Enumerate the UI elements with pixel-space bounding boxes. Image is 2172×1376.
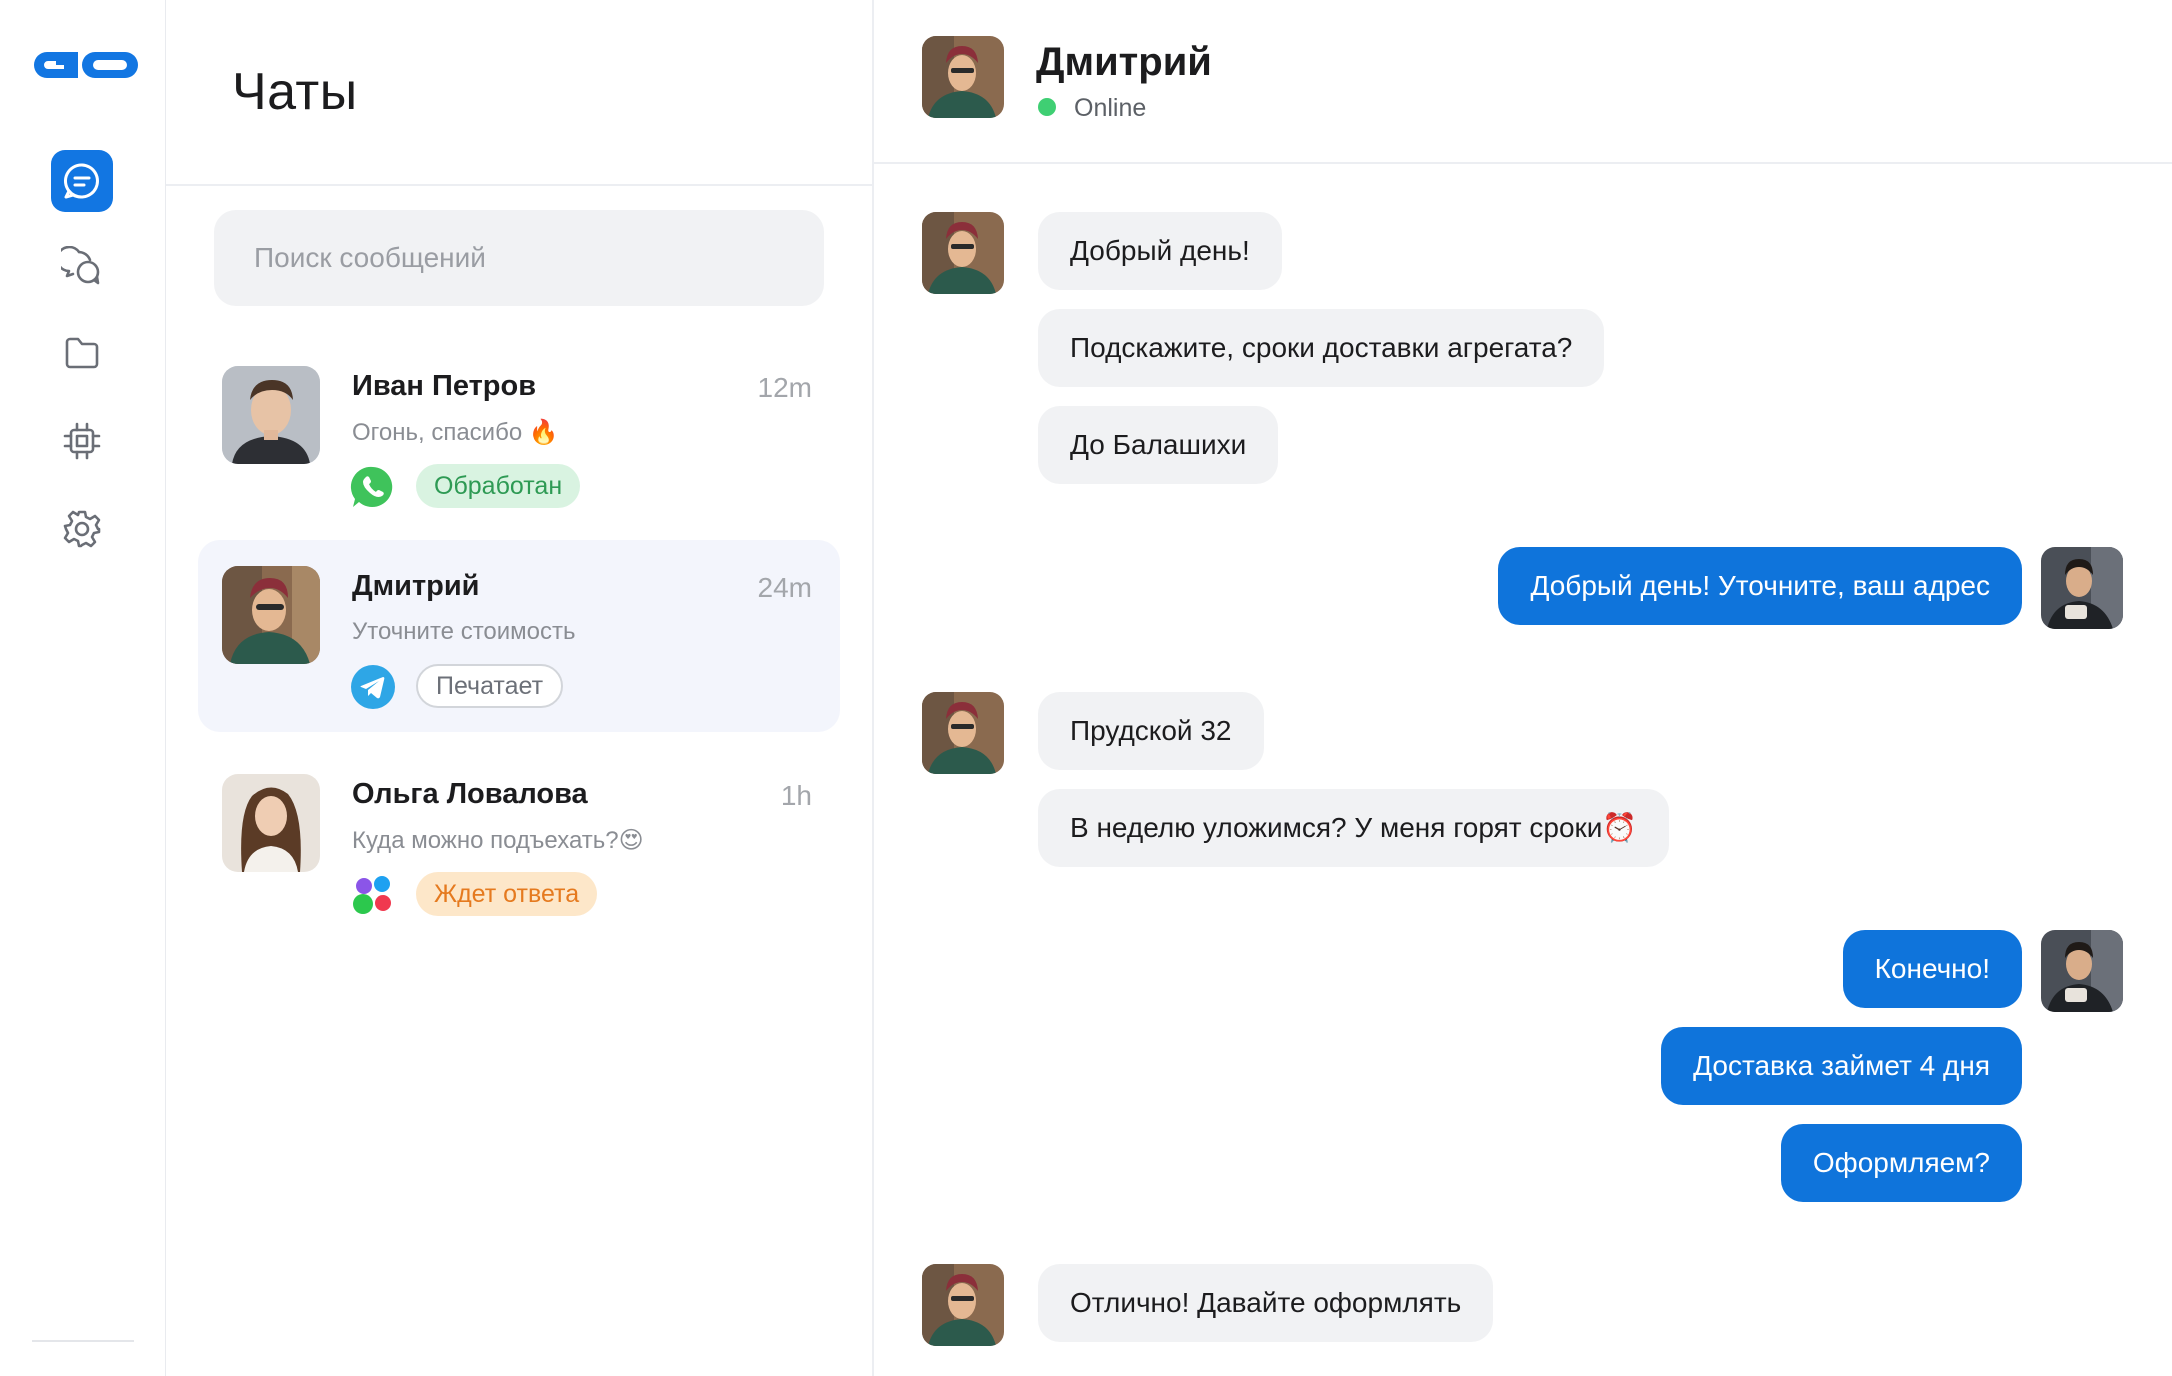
contact-status: Online (1074, 94, 1147, 122)
telegram-icon (351, 665, 395, 709)
chat-preview: Уточните стоимость (352, 618, 576, 645)
contact-message-avatar (922, 692, 1004, 774)
chat-time: 12m (757, 372, 812, 403)
contact-message-avatar (922, 1264, 1004, 1346)
operator-message-avatar (2041, 547, 2123, 629)
rail-chats-button[interactable] (51, 150, 113, 212)
status-badge: Обработан (416, 464, 581, 508)
chat-bubble-icon (64, 163, 99, 199)
incoming-message: Прудской 32 (1038, 692, 1264, 770)
contact-avatar[interactable] (922, 36, 1004, 118)
contact-message-avatar (922, 212, 1004, 294)
rail-settings-button[interactable] (51, 498, 113, 560)
incoming-message: Отлично! Давайте оформлять (1038, 1264, 1494, 1342)
rail-integrations-button[interactable] (51, 410, 113, 472)
chats-title: Чаты (232, 63, 358, 121)
conversation-panel: Дмитрий Online Добрый день! Подскажите, … (874, 0, 2172, 1376)
chat-item-dmitry[interactable]: Дмитрий 24m Уточните стоимость Печатает (198, 540, 840, 732)
app-logo-icon[interactable] (30, 48, 140, 82)
icon-rail (0, 0, 166, 1376)
conversations-icon (61, 246, 100, 285)
whatsapp-icon (350, 466, 393, 507)
outgoing-message: Добрый день! Уточните, ваш адрес (1498, 547, 2022, 625)
outgoing-message: Доставка займет 4 дня (1661, 1027, 2022, 1105)
operator-message-avatar (2041, 930, 2123, 1012)
chat-time: 24m (757, 572, 812, 603)
conversation-header-divider (874, 162, 2172, 164)
gear-icon (63, 510, 101, 548)
chat-name: Ольга Ловалова (352, 778, 588, 810)
status-badge: Печатает (416, 664, 564, 708)
avatar (222, 366, 320, 464)
chip-icon (63, 422, 101, 460)
incoming-message: Добрый день! (1038, 212, 1282, 290)
list-header-divider (166, 184, 874, 186)
incoming-message: В неделю уложимся? У меня горят сроки⏰ (1038, 789, 1670, 867)
chat-preview: Огонь, спасибо 🔥 (352, 419, 559, 446)
rail-files-button[interactable] (51, 322, 113, 384)
incoming-message: Подскажите, сроки доставки агрегата? (1038, 309, 1605, 387)
rail-conversations-button[interactable] (51, 236, 113, 298)
status-badge: Ждет ответа (416, 872, 598, 916)
chat-time: 1h (780, 780, 812, 811)
outgoing-message: Оформляем? (1780, 1124, 2022, 1202)
chat-item-ivan[interactable]: Иван Петров 12m Огонь, спасибо 🔥 Обработ… (198, 340, 840, 532)
chat-preview: Куда можно подъехать?😍 (352, 827, 644, 854)
chat-name: Иван Петров (352, 370, 537, 402)
avatar (222, 566, 320, 664)
chats-list-panel: Чаты Иван Петров 12m Огонь, спасибо 🔥 Об… (166, 0, 874, 1376)
chat-name: Дмитрий (352, 570, 480, 602)
chat-item-olga[interactable]: Ольга Ловалова 1h Куда можно подъехать?😍… (198, 748, 840, 940)
search-input[interactable] (214, 210, 824, 306)
multichannel-icon (353, 876, 391, 914)
folder-icon (65, 337, 99, 369)
avatar (222, 774, 320, 872)
rail-divider (32, 1340, 134, 1342)
incoming-message: До Балашихи (1038, 406, 1279, 484)
contact-name: Дмитрий (1036, 40, 1212, 84)
outgoing-message: Конечно! (1842, 930, 2022, 1008)
online-status-dot (1038, 98, 1056, 116)
